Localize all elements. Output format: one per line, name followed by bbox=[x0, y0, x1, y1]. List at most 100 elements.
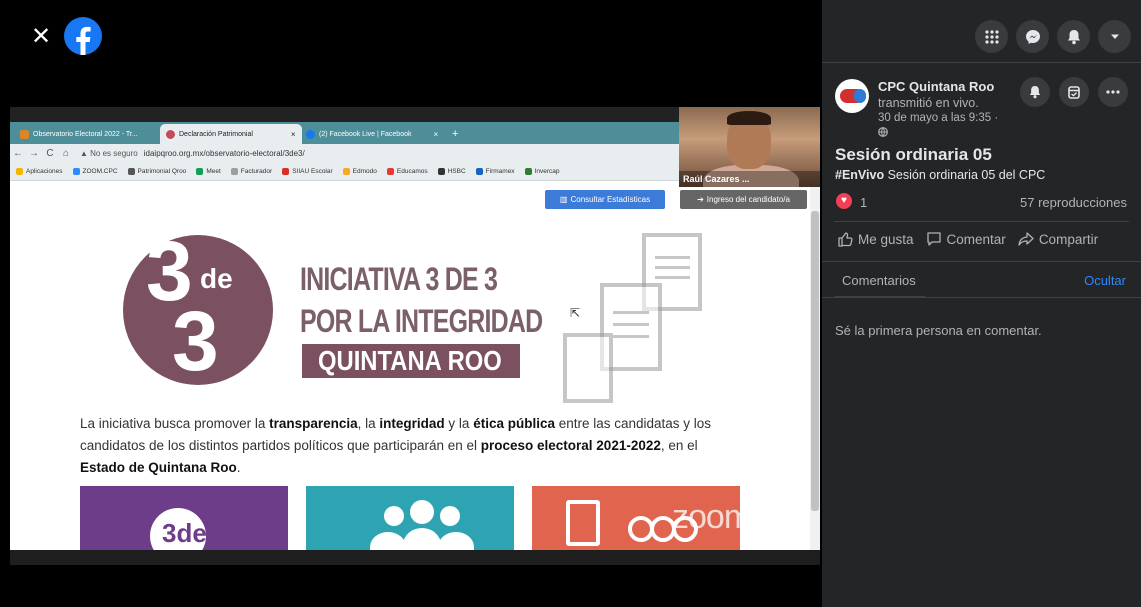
feature-card-purple[interactable]: 3de bbox=[80, 486, 288, 550]
bookmark-item[interactable]: Meet bbox=[196, 168, 221, 175]
like-button[interactable]: Me gusta bbox=[837, 231, 914, 247]
divider bbox=[822, 62, 1141, 63]
bookmark-item[interactable]: Educamos bbox=[386, 168, 428, 175]
document-money-icon bbox=[566, 500, 600, 546]
desc-bold: ética pública bbox=[473, 416, 555, 431]
share-button[interactable]: Compartir bbox=[1018, 231, 1098, 247]
follow-notifications-icon[interactable] bbox=[1020, 77, 1050, 107]
desc-bold: Estado de Quintana Roo bbox=[80, 460, 237, 475]
consult-stats-button[interactable]: ▥ Consultar Estadísticas bbox=[545, 190, 665, 209]
hashtag-link[interactable]: #EnVivo bbox=[835, 168, 884, 182]
more-options-icon[interactable] bbox=[1098, 77, 1128, 107]
logo-digit: 3 bbox=[172, 294, 219, 388]
bookmark-icon bbox=[524, 168, 532, 175]
url-field[interactable]: idaipqroo.org.mx/observatorio-electoral/… bbox=[144, 149, 305, 158]
document-line bbox=[655, 266, 690, 269]
close-icon[interactable]: ✕ bbox=[30, 25, 52, 49]
page-scrollbar[interactable] bbox=[810, 181, 820, 550]
divider bbox=[834, 221, 1129, 222]
feature-card-teal[interactable] bbox=[306, 486, 514, 550]
bookmark-item[interactable]: Edmodo bbox=[342, 168, 377, 175]
bookmark-item[interactable]: Facturador bbox=[230, 168, 273, 175]
bookmark-icon bbox=[342, 168, 350, 175]
forward-icon[interactable]: → bbox=[26, 148, 42, 159]
live-video-title: Sesión ordinaria 05 bbox=[835, 145, 992, 164]
bookmark-item[interactable]: Aplicaciones bbox=[16, 168, 63, 175]
login-icon: ➔ bbox=[697, 195, 704, 204]
candidate-login-button[interactable]: ➔ Ingreso del candidato/a bbox=[680, 190, 807, 209]
tab-close-icon[interactable]: × bbox=[433, 130, 438, 139]
empty-comments-message: Sé la primera persona en comentar. bbox=[835, 323, 1042, 338]
desc-text: y la bbox=[444, 416, 474, 431]
live-video-viewer: ✕ Observatorio Electoral 2022 - Tr... × … bbox=[0, 0, 1141, 607]
bookmark-item[interactable]: ZOOM.CPC bbox=[72, 168, 118, 175]
back-icon[interactable]: ← bbox=[10, 148, 26, 159]
facebook-logo-icon[interactable] bbox=[64, 17, 102, 55]
new-tab-button[interactable]: + bbox=[446, 124, 464, 144]
security-indicator[interactable]: ▲ No es seguro bbox=[80, 149, 138, 158]
hide-comments-link[interactable]: Ocultar bbox=[1084, 273, 1126, 288]
post-header-actions bbox=[1020, 77, 1128, 107]
meet-icon bbox=[196, 168, 204, 175]
bookmark-item[interactable]: Firmamex bbox=[475, 168, 515, 175]
tab-active-indicator bbox=[835, 296, 925, 298]
page-avatar[interactable] bbox=[835, 79, 869, 113]
account-menu-icon[interactable] bbox=[1098, 20, 1131, 53]
save-post-icon[interactable] bbox=[1059, 77, 1089, 107]
small-3de3-logo: 3de bbox=[150, 508, 207, 550]
apps-icon bbox=[16, 168, 23, 175]
bookmark-label: Patrimonial Qroo bbox=[137, 168, 187, 175]
tab-comments[interactable]: Comentarios bbox=[842, 273, 916, 288]
candidate-login-label: Ingreso del candidato/a bbox=[706, 195, 790, 204]
consult-stats-label: Consultar Estadísticas bbox=[570, 195, 651, 204]
webcam-person-hair bbox=[727, 111, 771, 125]
tab-label: Declaración Patrimonial bbox=[179, 130, 253, 138]
desc-bold: proceso electoral 2021-2022 bbox=[480, 438, 661, 453]
document-line bbox=[655, 256, 690, 259]
person-icon bbox=[440, 506, 460, 526]
bookmark-item[interactable]: Patrimonial Qroo bbox=[127, 168, 187, 175]
video-bottom-bar bbox=[10, 550, 820, 565]
headline-line-2: POR LA INTEGRIDAD bbox=[300, 303, 543, 339]
bookmark-item[interactable]: SIIAU Escolar bbox=[282, 168, 333, 175]
desc-bold: transparencia bbox=[269, 416, 358, 431]
live-video-description: #EnVivo Sesión ordinaria 05 del CPC bbox=[835, 168, 1045, 182]
person-body-icon bbox=[370, 532, 406, 550]
bookmark-item[interactable]: HSBC bbox=[437, 168, 466, 175]
post-date-link[interactable]: 30 de mayo a las 9:35 · bbox=[878, 112, 998, 124]
tab-close-icon[interactable]: × bbox=[291, 130, 296, 139]
person-icon bbox=[384, 506, 404, 526]
chart-icon: ▥ bbox=[559, 195, 568, 204]
browser-tab-active[interactable]: Declaración Patrimonial × bbox=[160, 124, 302, 144]
webpage-content: ▥ Consultar Estadísticas ➔ Ingreso del c… bbox=[10, 181, 810, 550]
share-icon bbox=[1018, 232, 1034, 246]
desc-bold: integridad bbox=[379, 416, 445, 431]
logo-de-text: de bbox=[200, 263, 233, 294]
bookmark-label: Facturador bbox=[240, 168, 273, 175]
comment-button[interactable]: Comentar bbox=[926, 231, 1006, 247]
like-label: Me gusta bbox=[858, 231, 914, 247]
document-line bbox=[655, 276, 690, 279]
page-name-link[interactable]: CPC Quintana Roo bbox=[878, 79, 994, 94]
desc-text: , la bbox=[357, 416, 380, 431]
desc-text: . bbox=[236, 460, 241, 475]
description-text: Sesión ordinaria 05 del CPC bbox=[884, 168, 1046, 182]
document-line bbox=[613, 335, 649, 338]
notifications-icon[interactable] bbox=[1057, 20, 1090, 53]
video-player[interactable]: ✕ Observatorio Electoral 2022 - Tr... × … bbox=[0, 0, 822, 607]
desc-text: , en el bbox=[660, 438, 698, 453]
love-reaction-icon[interactable]: ♥ bbox=[836, 193, 852, 209]
browser-tab[interactable]: Observatorio Electoral 2022 - Tr... × bbox=[14, 124, 170, 144]
bookmark-item[interactable]: Invercap bbox=[524, 168, 560, 175]
reaction-count[interactable]: 1 bbox=[860, 195, 867, 210]
browser-tab[interactable]: (2) Facebook Live | Facebook × bbox=[300, 124, 444, 144]
apps-grid-icon[interactable] bbox=[975, 20, 1008, 53]
home-icon[interactable]: ⌂ bbox=[58, 148, 74, 159]
bookmark-label: Educamos bbox=[396, 168, 428, 175]
tab-label: (2) Facebook Live | Facebook bbox=[319, 130, 412, 138]
bookmark-icon bbox=[230, 168, 238, 175]
divider bbox=[822, 261, 1141, 262]
messenger-icon[interactable] bbox=[1016, 20, 1049, 53]
reload-icon[interactable]: C bbox=[42, 148, 58, 159]
scrollbar-thumb[interactable] bbox=[811, 211, 819, 511]
